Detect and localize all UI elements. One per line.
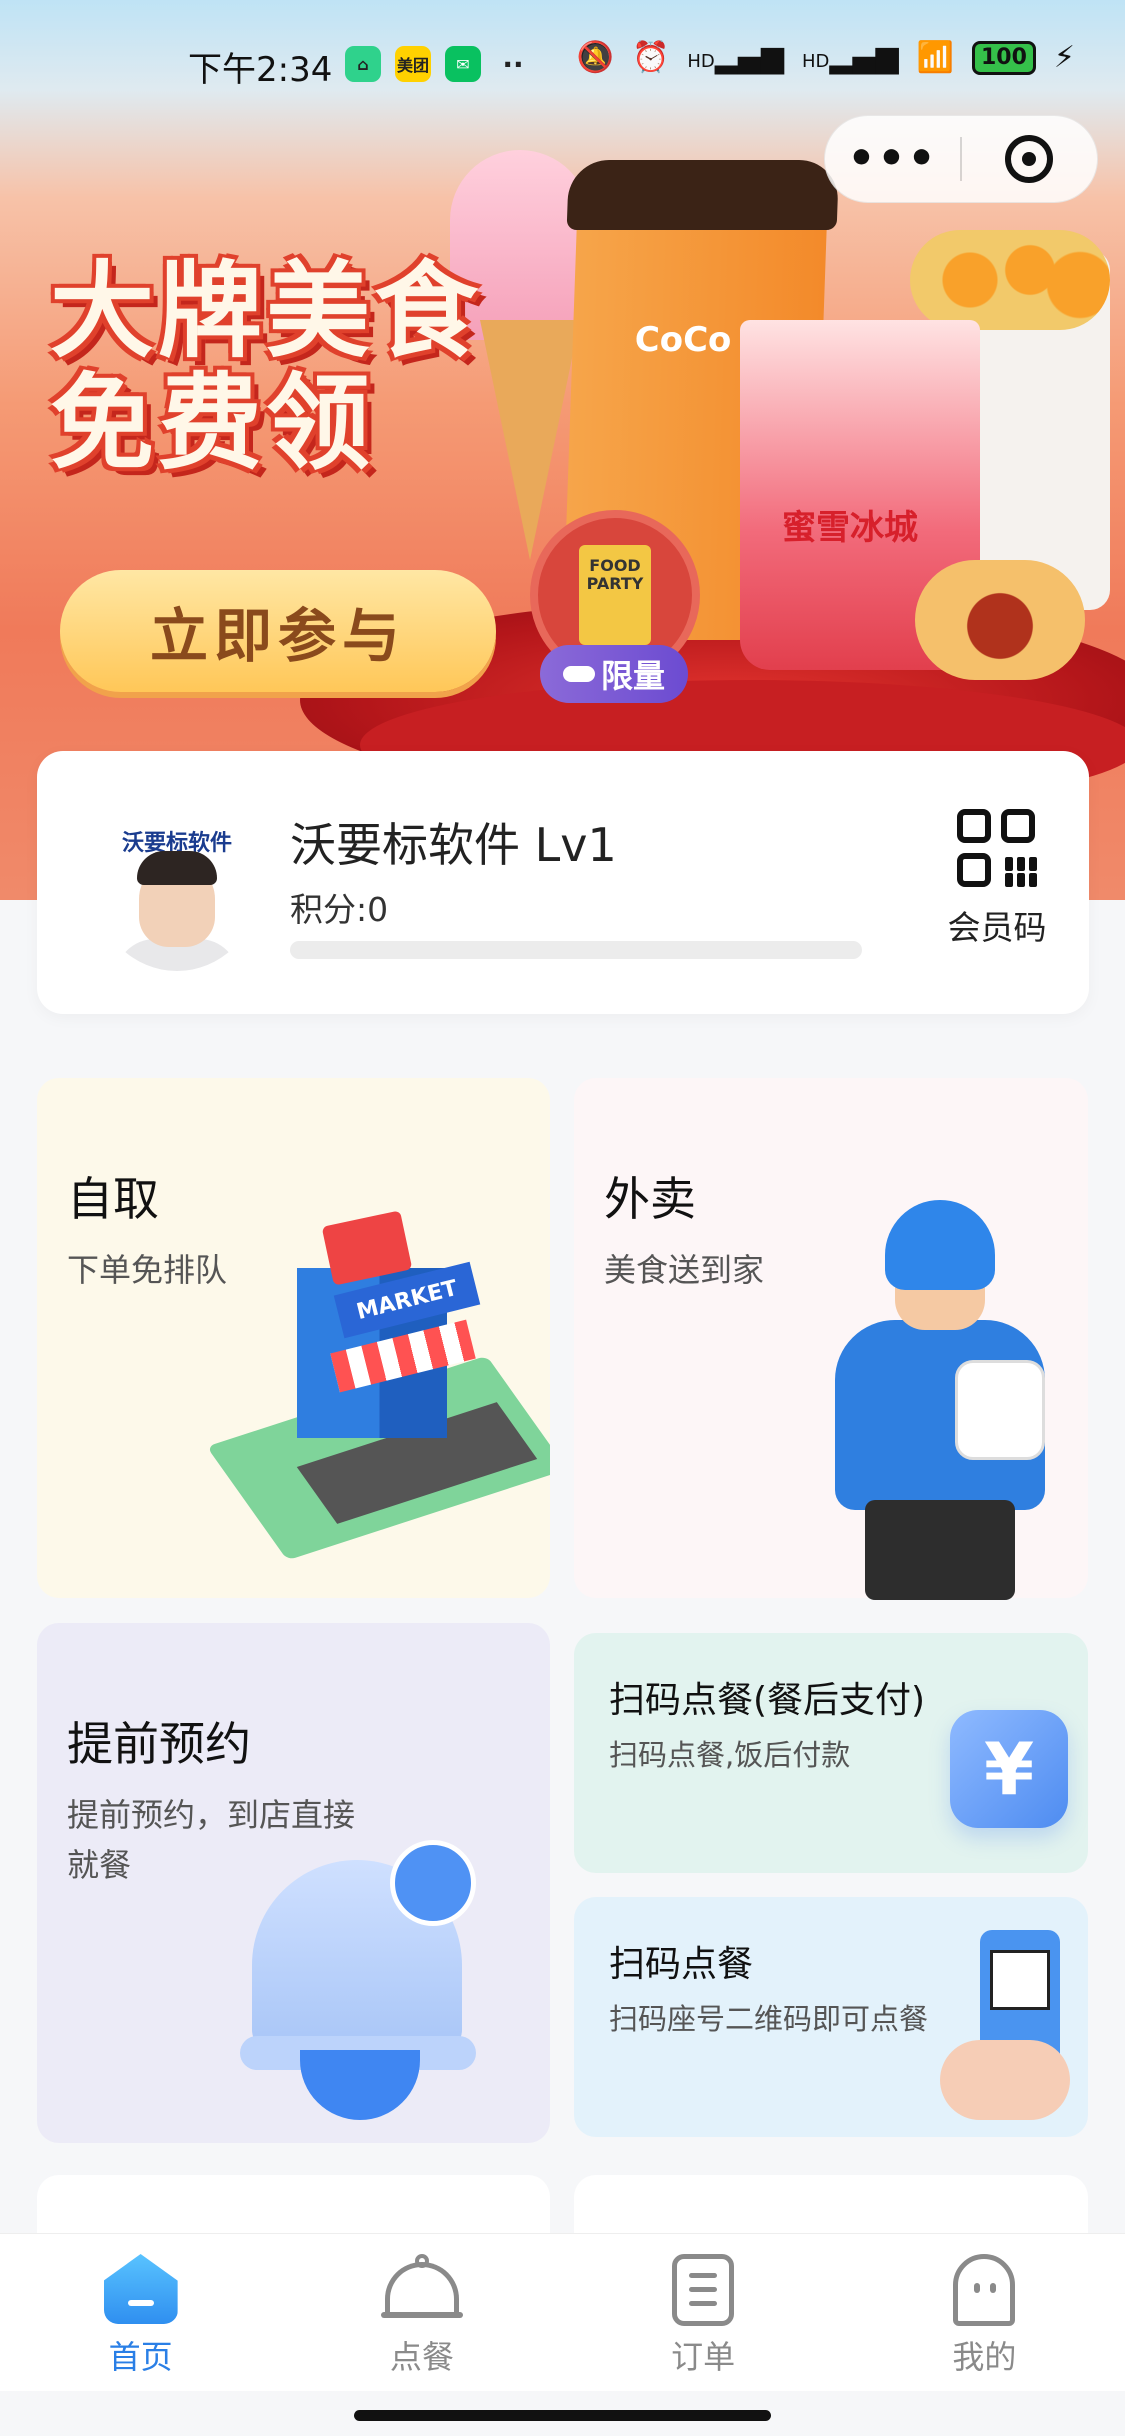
- wifi-icon: 📶: [916, 40, 954, 75]
- more-menu-button[interactable]: •••: [825, 137, 960, 181]
- wechat-app-icon: ✉: [445, 46, 481, 82]
- cloche-icon: [380, 2254, 463, 2328]
- join-now-button[interactable]: 立即参与: [60, 570, 496, 692]
- toggle-icon: [562, 666, 595, 682]
- member-name: 沃要标软件 Lv1: [290, 818, 617, 872]
- food-party-card: FOOD PARTY: [579, 545, 651, 645]
- phone-qr-illustration: [940, 1930, 1080, 2130]
- limited-badge-label: 限量: [600, 657, 665, 695]
- yuan-icon: ¥: [950, 1710, 1068, 1828]
- miniprogram-capsule: •••: [824, 115, 1098, 203]
- signal-icon-2: HD▂▄▆: [802, 40, 899, 75]
- egg-puff-image: [910, 230, 1110, 330]
- scan-pay-after-title: 扫码点餐(餐后支付): [609, 1680, 926, 1721]
- status-indicators: 🔕 ⏰ HD▂▄▆ HD▂▄▆ 📶 100 ⚡: [577, 40, 1075, 75]
- qr-code-icon: [957, 809, 1037, 889]
- tab-order-food-label: 点餐: [389, 2338, 454, 2376]
- mute-icon: 🔕: [576, 40, 615, 75]
- tab-orders[interactable]: 订单: [563, 2234, 844, 2391]
- close-miniprogram-button[interactable]: [962, 135, 1097, 183]
- limited-badge: 限量: [540, 645, 688, 703]
- status-bar: 下午2:34 ⌂ 美团 ✉ ·· 🔕 ⏰ HD▂▄▆ HD▂▄▆ 📶 100 ⚡: [0, 0, 1125, 130]
- tab-home-label: 首页: [108, 2338, 173, 2376]
- member-code-button[interactable]: 会员码: [937, 809, 1057, 959]
- battery-icon: 100: [971, 40, 1036, 75]
- status-app-icons: ⌂ 美团 ✉ ··: [345, 46, 531, 82]
- delivery-rider-illustration: [795, 1190, 1085, 1600]
- scan-pay-after-subtitle: 扫码点餐,饭后付款: [609, 1738, 851, 1772]
- level-progress-bar: [290, 941, 862, 959]
- tab-bar: 首页 点餐 订单 我的: [0, 2233, 1125, 2391]
- market-illustration: MARKET: [206, 1210, 550, 1561]
- mixue-brand-text: 蜜雪冰城: [782, 508, 918, 548]
- clock-icon: [390, 1840, 476, 1926]
- self-pickup-card[interactable]: 自取 下单免排队 MARKET: [37, 1078, 550, 1598]
- coco-brand-text: CoCo: [634, 320, 733, 360]
- list-icon: [666, 2254, 740, 2328]
- home-icon: [103, 2254, 178, 2328]
- tab-mine-label: 我的: [952, 2338, 1017, 2376]
- icecream-cone-image: [480, 320, 580, 560]
- promo-title-line1: 大牌美食: [50, 250, 483, 372]
- avatar[interactable]: 沃要标软件: [97, 811, 257, 971]
- pastry-image: [915, 560, 1085, 680]
- reserve-title: 提前预约: [67, 1717, 251, 1771]
- member-card[interactable]: 沃要标软件 沃要标软件 Lv1 积分:0 会员码: [37, 751, 1089, 1014]
- tab-home[interactable]: 首页: [0, 2234, 281, 2391]
- home-indicator[interactable]: [354, 2410, 771, 2421]
- target-icon: [1005, 135, 1054, 183]
- delivery-subtitle: 美食送到家: [604, 1251, 765, 1289]
- self-pickup-subtitle: 下单免排队: [67, 1251, 228, 1289]
- self-pickup-title: 自取: [67, 1172, 159, 1226]
- ghost-icon: [947, 2254, 1021, 2328]
- delivery-title: 外卖: [604, 1172, 696, 1226]
- bell-illustration: [240, 1840, 490, 2120]
- tab-mine[interactable]: 我的: [844, 2234, 1125, 2391]
- more-notifications-icon: ··: [502, 47, 524, 81]
- signal-icon-1: HD▂▄▆: [687, 40, 784, 75]
- house-app-icon: ⌂: [345, 46, 381, 82]
- tab-order-food[interactable]: 点餐: [281, 2234, 562, 2391]
- status-time: 下午2:34: [188, 50, 333, 90]
- member-points: 积分:0: [290, 890, 389, 929]
- member-code-label: 会员码: [947, 908, 1047, 947]
- meituan-app-icon: 美团: [395, 46, 431, 82]
- charging-icon: ⚡: [1053, 40, 1075, 75]
- scan-order-subtitle: 扫码座号二维码即可点餐: [609, 2002, 929, 2036]
- promo-title-line2: 免费领: [50, 362, 375, 485]
- tab-orders-label: 订单: [671, 2338, 736, 2376]
- alarm-icon: ⏰: [632, 40, 670, 75]
- promo-title: 大牌美食 免费领: [50, 255, 482, 480]
- scan-order-title: 扫码点餐: [609, 1944, 754, 1985]
- qr-code-icon: [990, 1950, 1050, 2010]
